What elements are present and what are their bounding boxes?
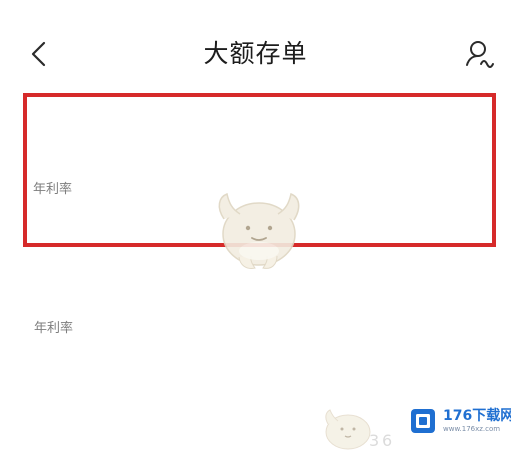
site-logo-text: 176下载网 <box>443 408 511 424</box>
mascot-watermark-small-icon: 3 6 <box>325 409 392 450</box>
svg-text:6: 6 <box>382 431 392 450</box>
user-service-icon <box>466 41 494 68</box>
product-rate-label: 年利率 <box>33 182 73 197</box>
app-screen: 大额存单 年利率 年利率 3 6 176下载网 www.176xz.com <box>0 0 511 454</box>
site-logo-subtext: www.176xz.com <box>443 425 501 433</box>
mascot-watermark-icon <box>218 192 300 269</box>
app-header: 大额存单 <box>0 0 511 92</box>
product-rate-label: 年利率 <box>34 321 74 336</box>
site-watermark-logo: 176下载网 www.176xz.com <box>409 407 511 435</box>
site-logo-icon <box>411 409 435 433</box>
svg-text:3: 3 <box>369 431 379 450</box>
user-service-button[interactable] <box>460 34 500 74</box>
page-title: 大额存单 <box>203 39 308 68</box>
